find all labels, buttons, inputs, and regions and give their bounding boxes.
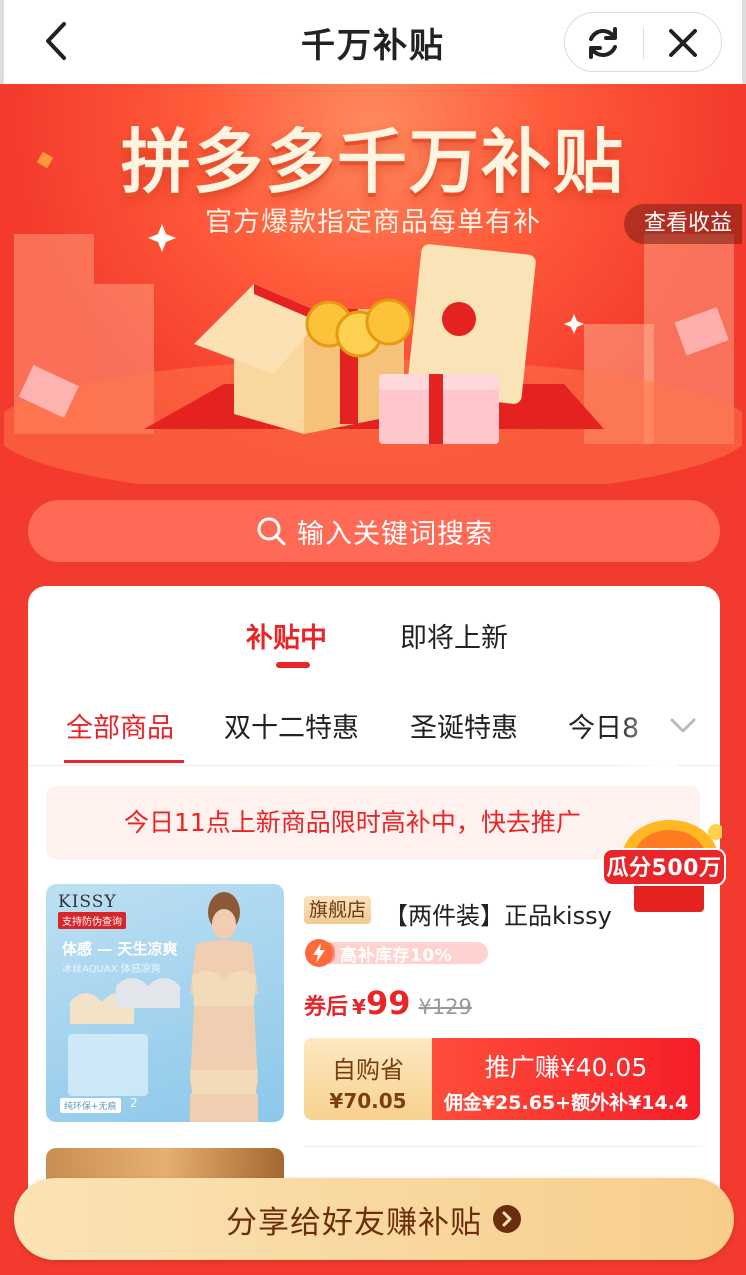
promote-button[interactable]: 推广赚¥40.05 佣金¥25.65+额外补¥14.4 [432,1038,700,1120]
category-christmas[interactable]: 圣诞特惠 [410,706,518,745]
category-double-twelve[interactable]: 双十二特惠 [224,706,359,745]
hero-title: 拼多多千万补贴 [121,121,625,203]
action-buttons: 自购省 ¥70.05 推广赚¥40.05 佣金¥25.65+额外补¥14.4 [304,1038,700,1120]
close-icon[interactable] [663,23,703,63]
product-title: 【两件装】正品kissy [384,902,612,930]
mini-program-capsule [564,12,722,72]
category-active-indicator [64,760,184,763]
lightning-icon [305,939,333,967]
price-row: 券后 ¥99 ¥129 [304,984,472,1022]
original-price: ¥129 [418,995,472,1019]
hero-banner: 拼多多千万补贴 官方爆款指定商品每单有补 查看收益 [4,84,742,484]
self-buy-button[interactable]: 自购省 ¥70.05 [304,1038,432,1120]
category-tabs: 全部商品 双十二特惠 圣诞特惠 今日8 [28,686,720,766]
share-to-friends-button[interactable]: 分享给好友赚补贴 [14,1178,734,1260]
refresh-icon[interactable] [583,23,623,63]
coupon-price: 99 [365,984,411,1022]
self-buy-amount: ¥70.05 [329,1089,407,1113]
floating-promo-badge[interactable]: 瓜分500万 [602,812,732,922]
category-all[interactable]: 全部商品 [66,706,174,745]
currency-symbol: ¥ [352,995,366,1019]
arrow-right-circle-icon [493,1205,521,1233]
product-image[interactable]: KISSY 支持防伪查询 体感 — 天生凉爽 冰丝AQUAX 体感凉爽 纯环保+… [46,884,284,1122]
promo-badge-label: 瓜分500万 [602,848,726,886]
tab-active-indicator [276,662,310,668]
top-nav-bar: 千万补贴 [0,0,746,84]
search-icon [257,517,286,546]
share-button-label: 分享给好友赚补贴 [226,1204,482,1241]
chevron-down-icon[interactable] [666,708,700,742]
search-placeholder: 输入关键词搜索 [297,518,493,550]
price-prefix: 券后 [304,995,349,1020]
promote-detail: 佣金¥25.65+额外补¥14.4 [443,1092,689,1114]
search-bar[interactable]: 输入关键词搜索 [28,500,720,562]
self-buy-label: 自购省 [332,1056,404,1084]
stock-label: 高补库存10% [340,946,453,966]
flagship-store-tag: 旗舰店 [304,896,372,924]
tab-subsidizing[interactable]: 补贴中 [246,616,327,655]
product-photo [68,892,258,1122]
tab-coming-soon[interactable]: 即将上新 [400,616,508,655]
promote-label: 推广赚¥40.05 [484,1053,648,1082]
capsule-divider [643,27,644,59]
view-earnings-button[interactable]: 查看收益 [623,204,742,244]
image-count: 2 [130,1096,138,1110]
product-divider [304,1146,702,1147]
image-tag: 纯环保+无痕 [60,1098,121,1113]
